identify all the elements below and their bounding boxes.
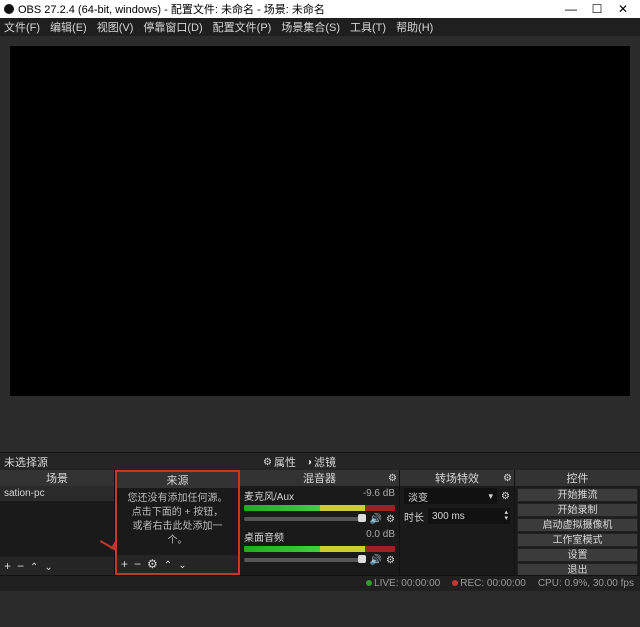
- menu-profile[interactable]: 配置文件(P): [213, 19, 272, 35]
- controls-header[interactable]: 控件: [515, 470, 640, 486]
- scenes-footer: + −: [0, 557, 114, 575]
- menu-dock[interactable]: 停靠窗口(D): [143, 19, 202, 35]
- transitions-body: 淡变 时长 300 ms ▴▾: [400, 486, 514, 575]
- scene-item[interactable]: sation-pc: [0, 486, 114, 501]
- minimize-button[interactable]: —: [558, 2, 584, 16]
- gear-icon[interactable]: [386, 513, 395, 525]
- obs-logo-icon: [4, 4, 14, 14]
- scene-remove-button[interactable]: −: [17, 560, 24, 572]
- filters-button[interactable]: 滤镜: [302, 454, 340, 470]
- spacer: [0, 396, 640, 452]
- properties-button[interactable]: 属性: [259, 454, 300, 470]
- preview-container: [0, 36, 640, 396]
- settings-button[interactable]: 设置: [517, 548, 638, 562]
- mixer-track-desktop: 桌面音频0.0 dB: [240, 527, 399, 568]
- scenes-list[interactable]: sation-pc: [0, 486, 114, 557]
- rec-dot-icon: [452, 580, 458, 586]
- sources-list[interactable]: 您还没有添加任何源。 点击下面的 + 按钮， 或者右击此处添加一个。 🖼 🖵 🌐…: [117, 488, 238, 555]
- gear-icon: [263, 456, 272, 468]
- live-status: LIVE: 00:00:00: [366, 578, 440, 589]
- preview-canvas[interactable]: [10, 46, 630, 396]
- start-virtual-cam-button[interactable]: 启动虚拟摄像机: [517, 518, 638, 532]
- sources-empty-text: 您还没有添加任何源。 点击下面的 + 按钮， 或者右击此处添加一个。: [117, 488, 238, 552]
- gear-icon[interactable]: [386, 554, 395, 566]
- source-down-button[interactable]: [178, 558, 186, 571]
- start-recording-button[interactable]: 开始录制: [517, 503, 638, 517]
- scene-add-button[interactable]: +: [4, 560, 11, 572]
- menu-tools[interactable]: 工具(T): [350, 19, 386, 35]
- window-titlebar: OBS 27.2.4 (64-bit, windows) - 配置文件: 未命名…: [0, 0, 640, 18]
- controls-body: 开始推流 开始录制 启动虚拟摄像机 工作室模式 设置 退出: [515, 486, 640, 575]
- start-streaming-button[interactable]: 开始推流: [517, 488, 638, 502]
- source-add-button[interactable]: +: [121, 558, 128, 570]
- menu-view[interactable]: 视图(V): [97, 19, 134, 35]
- spin-icons[interactable]: ▴▾: [504, 510, 508, 522]
- mic-meter: [244, 505, 395, 511]
- menu-bar: 文件(F) 编辑(E) 视图(V) 停靠窗口(D) 配置文件(P) 场景集合(S…: [0, 18, 640, 36]
- studio-mode-button[interactable]: 工作室模式: [517, 533, 638, 547]
- source-toolbar: 未选择源 属性 滤镜: [0, 452, 640, 470]
- sources-panel: 来源 您还没有添加任何源。 点击下面的 + 按钮， 或者右击此处添加一个。 🖼 …: [115, 470, 240, 575]
- mic-volume-slider[interactable]: [244, 517, 366, 521]
- transition-select[interactable]: 淡变: [404, 488, 497, 504]
- source-settings-button[interactable]: ⚙: [147, 558, 158, 570]
- source-type-icons: 🖼 🖵 🌐 📷: [117, 552, 238, 555]
- speaker-icon[interactable]: [370, 513, 382, 525]
- speaker-icon[interactable]: [370, 554, 382, 566]
- status-bar: LIVE: 00:00:00 REC: 00:00:00 CPU: 0.9%, …: [0, 575, 640, 591]
- gear-icon[interactable]: [501, 490, 510, 502]
- sources-footer: + − ⚙: [117, 555, 238, 573]
- exit-button[interactable]: 退出: [517, 563, 638, 575]
- mixer-panel: 混音器 ⚙ 麦克风/Aux-9.6 dB 桌面音频0.0 dB: [240, 470, 400, 575]
- menu-edit[interactable]: 编辑(E): [50, 19, 87, 35]
- scene-up-button[interactable]: [30, 560, 38, 573]
- menu-file[interactable]: 文件(F): [4, 19, 40, 35]
- duration-input[interactable]: 300 ms ▴▾: [428, 508, 510, 524]
- menu-help[interactable]: 帮助(H): [396, 19, 433, 35]
- transitions-panel: 转场特效 ⚙ 淡变 时长 300 ms ▴▾: [400, 470, 515, 575]
- desktop-meter: [244, 546, 395, 552]
- controls-panel: 控件 开始推流 开始录制 启动虚拟摄像机 工作室模式 设置 退出: [515, 470, 640, 575]
- live-dot-icon: [366, 580, 372, 586]
- source-up-button[interactable]: [164, 558, 172, 571]
- filter-icon: [306, 456, 312, 468]
- mixer-body: 麦克风/Aux-9.6 dB 桌面音频0.0 dB: [240, 486, 399, 575]
- close-button[interactable]: ✕: [610, 2, 636, 16]
- mixer-settings-icon[interactable]: ⚙: [388, 473, 397, 484]
- menu-scene-collection[interactable]: 场景集合(S): [281, 19, 340, 35]
- maximize-button[interactable]: ☐: [584, 2, 610, 16]
- scenes-header[interactable]: 场景: [0, 470, 114, 486]
- rec-status: REC: 00:00:00: [452, 578, 526, 589]
- transitions-settings-icon[interactable]: ⚙: [503, 473, 512, 484]
- window-title: OBS 27.2.4 (64-bit, windows) - 配置文件: 未命名…: [18, 1, 325, 17]
- cpu-status: CPU: 0.9%, 30.00 fps: [538, 578, 634, 589]
- scene-down-button[interactable]: [44, 560, 52, 573]
- mixer-header[interactable]: 混音器 ⚙: [240, 470, 399, 486]
- desktop-volume-slider[interactable]: [244, 558, 366, 562]
- no-source-selected-label: 未选择源: [4, 454, 48, 470]
- panels-row: 场景 sation-pc + − 来源 您还没有添加任何源。 点击下面的 + 按…: [0, 470, 640, 575]
- source-remove-button[interactable]: −: [134, 558, 141, 570]
- scenes-panel: 场景 sation-pc + −: [0, 470, 115, 575]
- transitions-header[interactable]: 转场特效 ⚙: [400, 470, 514, 486]
- mixer-track-mic: 麦克风/Aux-9.6 dB: [240, 486, 399, 527]
- sources-header[interactable]: 来源: [117, 472, 238, 488]
- duration-label: 时长: [404, 509, 424, 524]
